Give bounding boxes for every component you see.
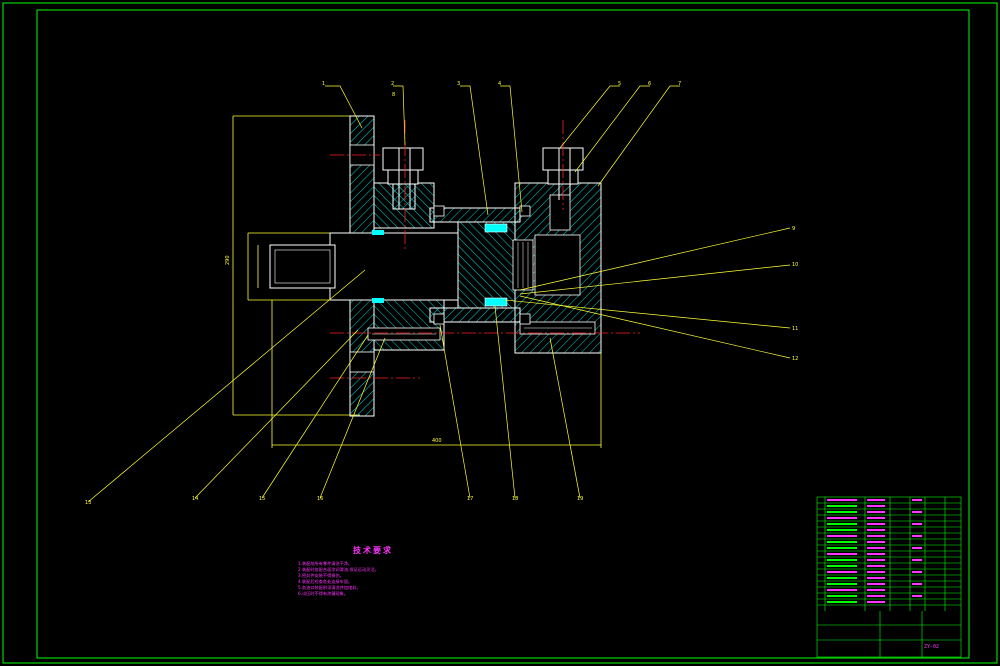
balloon-16: 16 [317, 496, 323, 502]
table-cell-text [867, 529, 885, 531]
balloon-19: 19 [577, 496, 583, 502]
table-cell-text [867, 505, 885, 507]
balloon-11: 11 [792, 326, 798, 332]
table-cell-text [827, 595, 857, 597]
table-cell-text [867, 511, 885, 513]
table-cell-text [867, 547, 885, 549]
table-cell-text [867, 517, 885, 519]
table-cell-text [912, 523, 922, 525]
table-cell-text [867, 523, 885, 525]
table-cell-text [827, 589, 857, 591]
table-cell-text [827, 541, 857, 543]
table-cell-text [827, 505, 857, 507]
central-shaft [269, 221, 534, 309]
table-cell-text [827, 577, 857, 579]
balloon-17: 17 [467, 496, 473, 502]
balloon-9: 9 [792, 226, 795, 232]
dim-overall-width: 400 [432, 438, 442, 444]
balloon-2: 2 [391, 81, 394, 87]
table-cell-text [867, 553, 885, 555]
table-cell-text [827, 547, 857, 549]
table-cell-text [827, 565, 857, 567]
table-cell-text [867, 499, 885, 501]
tech-notes-title: 技术要求 [353, 546, 393, 555]
drawing-code: ZY-02 [924, 644, 940, 650]
table-cell-text [827, 517, 857, 519]
table-cell-text [867, 577, 885, 579]
table-cell-text [867, 589, 885, 591]
table-cell-text [827, 529, 857, 531]
table-cell-text [827, 511, 857, 513]
table-cell-text [867, 559, 885, 561]
table-cell-text [867, 583, 885, 585]
table-cell-text [827, 559, 857, 561]
balloon-4: 4 [498, 81, 501, 87]
table-cell-text [827, 553, 857, 555]
balloon-13: 13 [85, 500, 91, 506]
balloon-3: 3 [457, 81, 460, 87]
table-cell-text [867, 565, 885, 567]
table-cell-text [912, 595, 922, 597]
table-cell-text [912, 499, 922, 501]
outer-frame [2, 2, 998, 664]
table-cell-text [912, 571, 922, 573]
table-cell-text [912, 547, 922, 549]
table-cell-text [912, 511, 922, 513]
table-cell-text [827, 499, 857, 501]
balloon-15: 15 [259, 496, 265, 502]
table-cell-text [867, 541, 885, 543]
table-cell-text [867, 535, 885, 537]
balloon-6: 6 [648, 81, 651, 87]
table-cell-text [912, 583, 922, 585]
balloon-5: 5 [618, 81, 621, 87]
cad-drawing: 290 400 1 2 3 4 5 6 7891011121314 15 16 … [2, 2, 998, 664]
table-cell-text [827, 601, 857, 603]
balloon-7: 7 [678, 81, 681, 87]
balloon-1: 1 [322, 81, 325, 87]
table-cell-text [867, 571, 885, 573]
table-cell-text [867, 601, 885, 603]
table-cell-text [827, 523, 857, 525]
balloon-14: 14 [192, 496, 198, 502]
balloon-12: 12 [792, 356, 798, 362]
dim-overall-height: 290 [225, 255, 231, 265]
table-cell-text [827, 571, 857, 573]
table-cell-text [827, 535, 857, 537]
balloon-10: 10 [792, 262, 798, 268]
table-cell-text [912, 535, 922, 537]
table-cell-text [912, 559, 922, 561]
balloon-18: 18 [512, 496, 518, 502]
table-cell-text [867, 595, 885, 597]
tech-note-line: 6.试压时不得有渗漏现象。 [298, 591, 349, 596]
balloon-8: 8 [392, 92, 395, 98]
table-cell-text [827, 583, 857, 585]
